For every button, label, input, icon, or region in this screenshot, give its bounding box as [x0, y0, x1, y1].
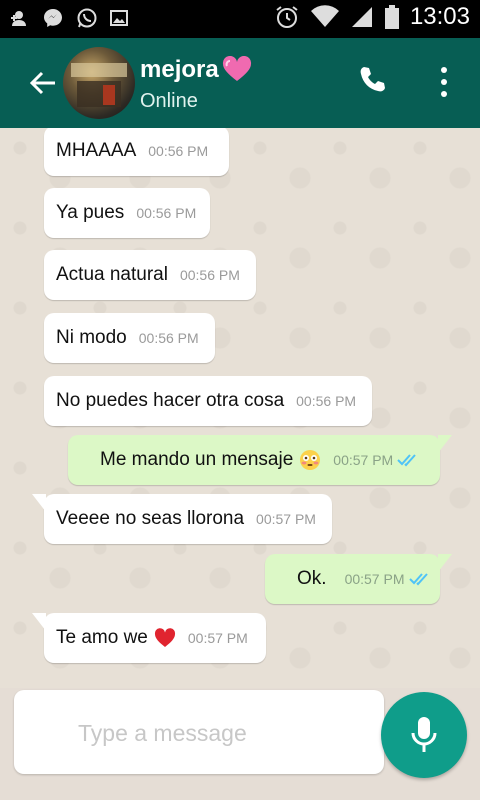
- message-text: Veeee no seas llorona: [56, 508, 245, 529]
- bubble-tail: [438, 435, 452, 453]
- message-bubble-incoming[interactable]: Actua natural 00:56 PM: [44, 250, 256, 300]
- message-text: Me mando un mensaje: [100, 449, 294, 470]
- add-contact-icon: [11, 11, 26, 26]
- message-text: No puedes hacer otra cosa: [56, 390, 285, 411]
- message-bubble-incoming[interactable]: Te amo we 00:57 PM: [32, 613, 266, 663]
- microphone-icon: [411, 717, 437, 752]
- call-icon[interactable]: [357, 65, 387, 95]
- system-icons: 13:03: [274, 3, 470, 31]
- clock: 13:03: [409, 3, 470, 30]
- message-time: 00:57 PM: [256, 511, 316, 527]
- bubble-tail: [438, 554, 452, 572]
- contact-name[interactable]: mejora: [140, 56, 219, 84]
- chat-header: mejora Online: [0, 38, 480, 128]
- message-list[interactable]: MHAAAA 00:56 PM Ya pues 00:56 PM Actua n…: [0, 128, 480, 688]
- bubble-tail: [32, 494, 46, 512]
- message-time: 00:57 PM: [344, 571, 405, 587]
- message-bubble-incoming[interactable]: MHAAAA 00:56 PM: [44, 128, 229, 176]
- message-text: Ya pues: [56, 202, 125, 223]
- image-icon: [110, 10, 128, 26]
- signal-icon: [351, 7, 372, 27]
- message-bubble-incoming[interactable]: Ni modo 00:56 PM: [44, 313, 215, 363]
- message-time: 00:56 PM: [296, 393, 357, 409]
- message-bubble-incoming[interactable]: Veeee no seas llorona 00:57 PM: [32, 494, 332, 544]
- notification-icons: [10, 7, 128, 29]
- read-receipt-icon: [397, 454, 416, 467]
- message-bubble-outgoing[interactable]: Me mando un mensaje 00:57 PM: [68, 435, 452, 485]
- whatsapp-icon: [77, 8, 97, 28]
- message-text: Ni modo: [56, 327, 127, 348]
- red-heart-emoji-icon: [154, 628, 175, 647]
- flushed-face-emoji-icon: [300, 450, 321, 470]
- battery-icon: [384, 5, 399, 29]
- message-text: Te amo we: [56, 627, 148, 648]
- message-text: Ok.: [297, 568, 327, 589]
- message-composer: [14, 690, 384, 774]
- message-text: MHAAAA: [56, 140, 137, 161]
- bubble-tail: [32, 613, 46, 631]
- voice-message-button[interactable]: [381, 692, 467, 778]
- message-bubble-incoming[interactable]: No puedes hacer otra cosa 00:56 PM: [44, 376, 372, 426]
- message-time: 00:56 PM: [179, 267, 240, 283]
- contact-avatar[interactable]: [63, 47, 135, 119]
- message-bubble-incoming[interactable]: Ya pues 00:56 PM: [44, 188, 210, 238]
- status-bar: 13:03: [0, 0, 480, 38]
- message-time: 00:56 PM: [148, 143, 209, 159]
- message-time: 00:57 PM: [187, 630, 248, 646]
- message-input[interactable]: [78, 716, 368, 750]
- messenger-icon: [44, 9, 62, 27]
- heart-emoji-icon: [222, 56, 252, 81]
- back-arrow-icon[interactable]: [28, 68, 58, 98]
- message-time: 00:57 PM: [333, 452, 394, 468]
- alarm-icon: [276, 6, 298, 28]
- more-options-icon[interactable]: [432, 64, 456, 100]
- message-time: 00:56 PM: [138, 330, 199, 346]
- message-time: 00:56 PM: [136, 205, 197, 221]
- message-bubble-outgoing[interactable]: Ok. 00:57 PM: [265, 554, 452, 604]
- read-receipt-icon: [408, 573, 428, 586]
- message-text: Actua natural: [56, 264, 168, 285]
- contact-status: Online: [140, 90, 198, 112]
- wifi-icon: [310, 5, 339, 27]
